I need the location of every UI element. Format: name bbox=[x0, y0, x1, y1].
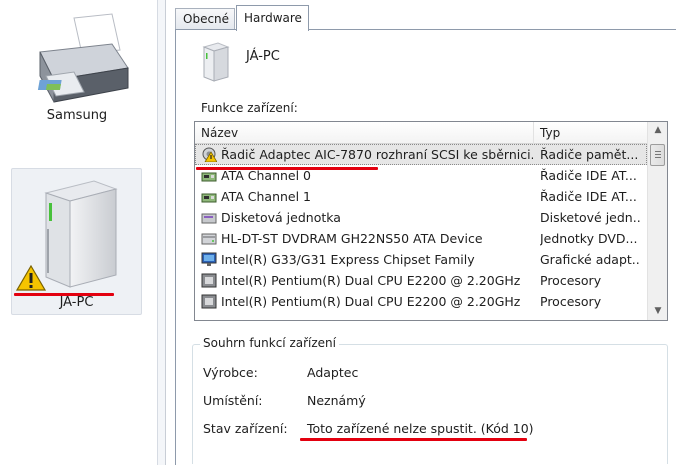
scroll-up-icon[interactable]: ▲ bbox=[648, 122, 667, 139]
status-value: Toto zařízené nelze spustit. (Kód 10) bbox=[307, 421, 534, 436]
row-name: Intel(R) G33/G31 Express Chipset Family bbox=[221, 252, 475, 267]
row-name: HL-DT-ST DVDRAM GH22NS50 ATA Device bbox=[221, 231, 483, 246]
summary-group bbox=[192, 344, 668, 464]
scroll-thumb[interactable] bbox=[650, 144, 665, 166]
list-row[interactable]: Disketová jednotka Disketové jedn... bbox=[195, 207, 647, 228]
external-drive-small-icon bbox=[202, 42, 230, 82]
row-name: Disketová jednotka bbox=[221, 210, 341, 225]
pane-gap bbox=[158, 0, 165, 465]
row-type: Procesory bbox=[540, 294, 602, 309]
processor-icon bbox=[201, 273, 217, 288]
location-value: Neznámý bbox=[307, 393, 366, 408]
row-type: Řadiče IDE AT... bbox=[540, 168, 637, 183]
row-name: Intel(R) Pentium(R) Dual CPU E2200 @ 2.2… bbox=[221, 273, 521, 288]
column-header-type[interactable]: Typ bbox=[534, 122, 647, 144]
printer-icon bbox=[37, 13, 129, 103]
functions-label: Funkce zařízení: bbox=[201, 101, 298, 115]
list-header: Název Typ bbox=[195, 122, 647, 144]
device-printer[interactable]: Samsung bbox=[12, 10, 142, 130]
processor-icon bbox=[201, 294, 217, 309]
warning-icon bbox=[16, 265, 46, 291]
dvd-drive-icon bbox=[201, 233, 217, 245]
devices-pane: Samsung JÁ-PC bbox=[0, 0, 157, 465]
highlight-underline-status bbox=[300, 438, 527, 441]
floppy-drive-icon bbox=[201, 213, 217, 224]
list-scrollbar[interactable]: ▲ ▼ bbox=[647, 122, 667, 320]
device-functions-list[interactable]: Název Typ Řadič Adaptec AIC-7870 rozhran… bbox=[194, 121, 668, 321]
column-header-name[interactable]: Název bbox=[195, 122, 534, 144]
manufacturer-label: Výrobce: bbox=[203, 365, 258, 380]
list-row[interactable]: HL-DT-ST DVDRAM GH22NS50 ATA Device Jedn… bbox=[195, 228, 647, 249]
list-row[interactable]: ATA Channel 1 Řadiče IDE AT... bbox=[195, 186, 647, 207]
row-name: Intel(R) Pentium(R) Dual CPU E2200 @ 2.2… bbox=[221, 294, 521, 309]
row-name: Řadič Adaptec AIC-7870 rozhraní SCSI ke … bbox=[221, 147, 533, 162]
row-type: Grafické adapt... bbox=[540, 252, 640, 267]
row-type: Jednotky DVD... bbox=[540, 231, 638, 246]
manufacturer-value: Adaptec bbox=[307, 365, 359, 380]
highlight-underline-row bbox=[196, 167, 378, 170]
list-row[interactable]: Intel(R) Pentium(R) Dual CPU E2200 @ 2.2… bbox=[195, 270, 647, 291]
list-row[interactable]: Intel(R) Pentium(R) Dual CPU E2200 @ 2.2… bbox=[195, 291, 647, 312]
row-name: ATA Channel 1 bbox=[221, 189, 312, 204]
row-type: Řadiče pamět... bbox=[540, 147, 639, 162]
tab-hardware[interactable]: Hardware bbox=[236, 5, 309, 31]
warning-device-icon bbox=[202, 147, 217, 162]
row-type: Řadiče IDE AT... bbox=[540, 189, 637, 204]
ide-controller-icon bbox=[201, 193, 217, 203]
scroll-down-icon[interactable]: ▼ bbox=[648, 303, 667, 320]
row-type: Disketové jedn... bbox=[540, 210, 640, 225]
ide-controller-icon bbox=[201, 172, 217, 182]
location-label: Umístění: bbox=[203, 393, 263, 408]
tab-general[interactable]: Obecné bbox=[175, 8, 235, 30]
pane-divider-inner bbox=[165, 0, 166, 465]
highlight-underline-device bbox=[14, 293, 114, 296]
row-type: Procesory bbox=[540, 273, 602, 288]
device-name: JÁ-PC bbox=[246, 49, 280, 64]
list-row[interactable]: Intel(R) G33/G31 Express Chipset Family … bbox=[195, 249, 647, 270]
status-label: Stav zařízení: bbox=[203, 421, 288, 436]
summary-title: Souhrn funkcí zařízení bbox=[200, 336, 339, 350]
list-row[interactable]: Řadič Adaptec AIC-7870 rozhraní SCSI ke … bbox=[195, 144, 647, 165]
device-label-computer: JÁ-PC bbox=[59, 295, 94, 310]
display-adapter-icon bbox=[201, 252, 217, 266]
device-label-printer: Samsung bbox=[46, 108, 108, 123]
